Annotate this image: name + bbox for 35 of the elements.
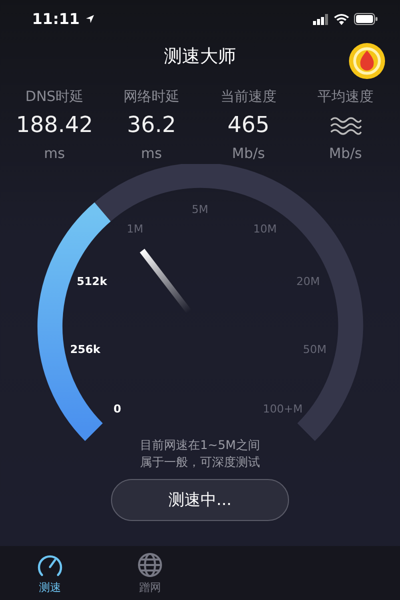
stat-value: 188.42	[16, 112, 93, 140]
stat-unit: ms	[141, 146, 162, 162]
tick-label: 1M	[126, 222, 144, 236]
status-time: 11:11	[32, 10, 80, 28]
tick-label: 100+M	[262, 402, 303, 416]
location-arrow-icon	[84, 14, 95, 24]
tick-label: 20M	[296, 275, 320, 288]
wave-icon	[328, 115, 362, 137]
tick-label: 256k	[70, 342, 100, 356]
stat-label: 平均速度	[318, 88, 374, 106]
tick-label: 50M	[303, 342, 326, 356]
speed-message: 目前网速在1~5M之间	[140, 437, 260, 454]
stat-unit: Mb/s	[232, 146, 265, 162]
stat-value: 36.2	[127, 112, 176, 140]
stat-unit: ms	[44, 146, 65, 162]
tick-label: 512k	[76, 275, 108, 288]
stat-label: DNS时延	[25, 88, 84, 106]
signal-icon	[313, 14, 329, 24]
tick-label: 0	[113, 402, 122, 416]
gauge-needle	[140, 248, 192, 314]
speed-message: 属于一般，可深度测试	[140, 454, 260, 471]
stat-unit: Mb/s	[329, 146, 362, 162]
testing-button[interactable]: 测速中...	[111, 479, 289, 521]
stat-label: 当前速度	[220, 88, 276, 106]
coin-drop-icon[interactable]	[348, 42, 386, 80]
wifi-icon	[334, 14, 349, 24]
app-title: 测速大师	[164, 45, 236, 68]
tab[interactable]: 测速	[0, 546, 100, 600]
tick-label: 10M	[253, 222, 277, 236]
globe-icon	[137, 552, 163, 578]
stat-label: 网络时延	[124, 88, 180, 106]
tab[interactable]: 蹭网	[100, 546, 200, 600]
stat-value: 465	[228, 112, 270, 140]
battery-icon	[354, 13, 378, 25]
tick-label: 5M	[192, 203, 208, 216]
